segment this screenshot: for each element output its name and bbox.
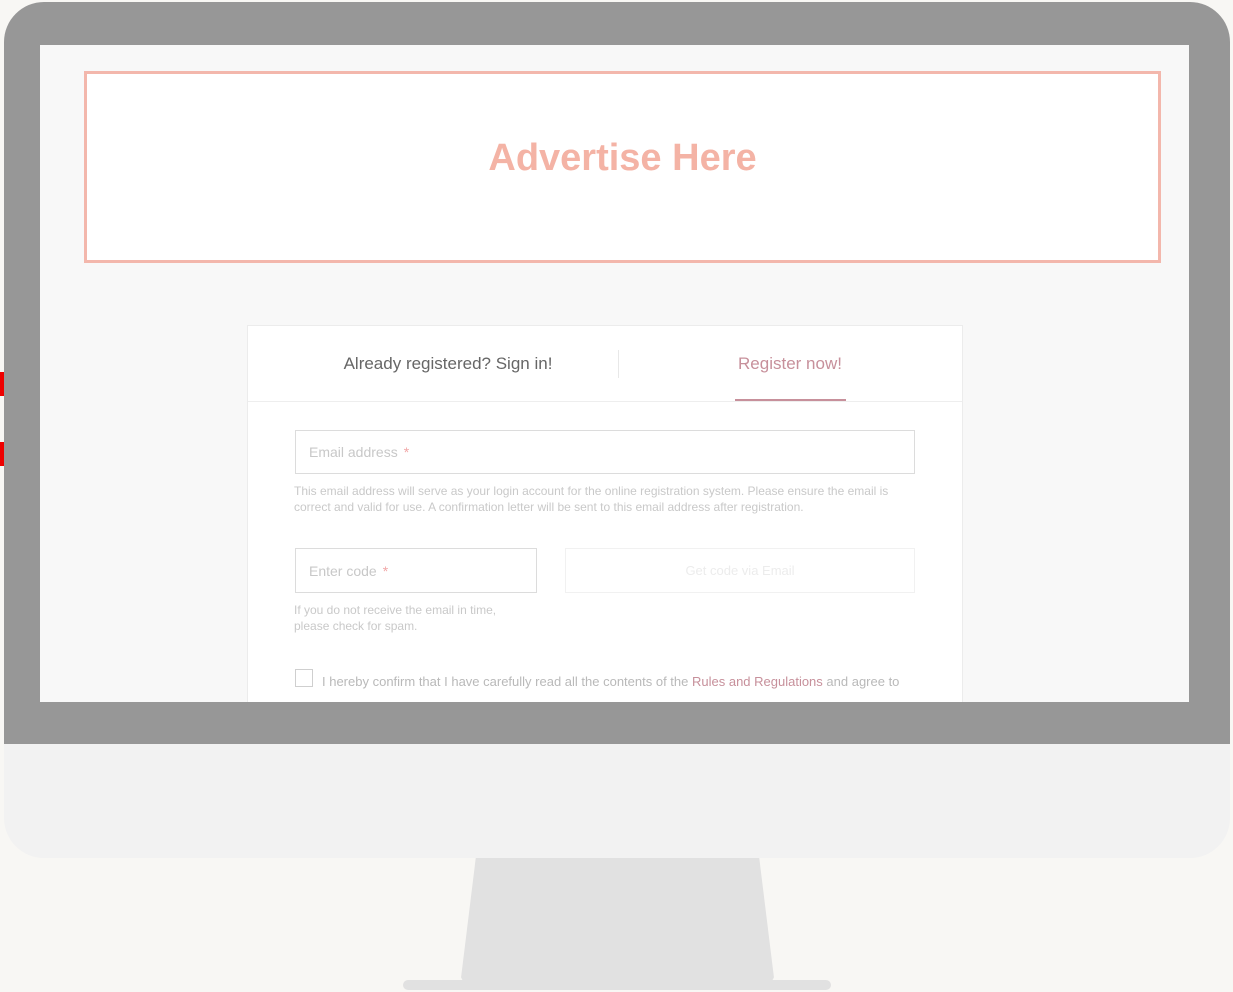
consent-prefix: I hereby confirm that I have carefully r… xyxy=(322,674,692,689)
email-placeholder: Email address xyxy=(309,444,398,460)
email-hint: This email address will serve as your lo… xyxy=(294,484,889,514)
active-tab-indicator xyxy=(735,399,846,401)
consent-text: I hereby confirm that I have carefully r… xyxy=(322,669,922,702)
monitor-chin xyxy=(4,744,1230,858)
monitor-base xyxy=(403,980,831,990)
advert-text: Advertise Here xyxy=(488,136,757,179)
code-field[interactable]: Enter code * xyxy=(295,548,537,593)
tab-divider xyxy=(618,350,619,378)
consent-checkbox[interactable] xyxy=(295,669,313,687)
monitor-screen: Advertise Here Already registered? Sign … xyxy=(40,45,1189,702)
required-mark: * xyxy=(403,444,410,460)
get-code-button[interactable]: Get code via Email xyxy=(565,548,915,593)
tab-register[interactable]: Register now! xyxy=(678,326,902,401)
code-placeholder: Enter code xyxy=(309,562,377,579)
advert-banner[interactable]: Advertise Here xyxy=(84,71,1161,263)
rules-link[interactable]: Rules and Regulations xyxy=(692,674,823,689)
code-hint: If you do not receive the email in time,… xyxy=(294,603,497,633)
required-mark: * xyxy=(430,700,435,702)
auth-tabs: Already registered? Sign in! Register no… xyxy=(248,326,962,402)
monitor-stand xyxy=(460,858,775,986)
required-mark: * xyxy=(382,562,389,579)
registration-card: Already registered? Sign in! Register no… xyxy=(247,325,963,702)
tab-sign-in[interactable]: Already registered? Sign in! xyxy=(288,326,608,401)
email-field[interactable]: Email address * xyxy=(295,430,915,474)
